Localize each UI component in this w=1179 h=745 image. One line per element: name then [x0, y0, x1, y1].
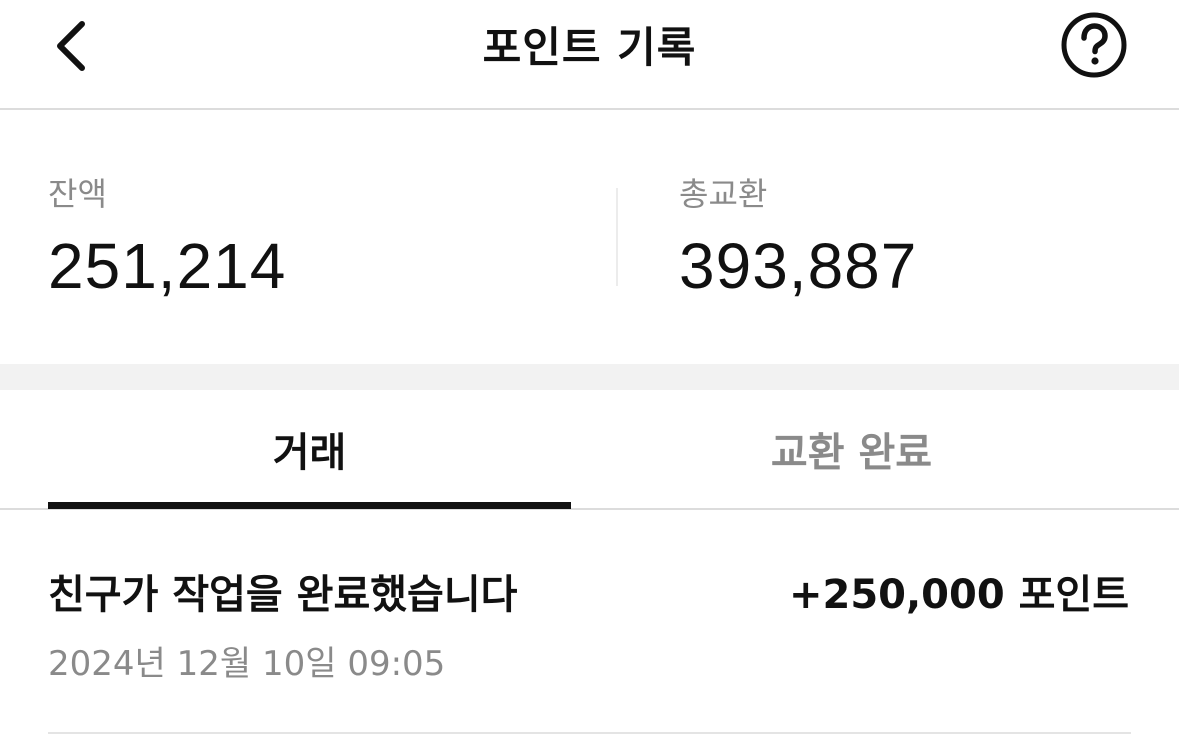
total-exchange-label: 총교환 [679, 175, 768, 213]
balance-value: 251,214 [48, 230, 287, 302]
help-button[interactable] [1060, 11, 1128, 79]
list-item[interactable]: 친구가 작업을 완료했습니다 +250,000 포인트 2024년 12월 10… [0, 510, 1179, 745]
row-divider [48, 732, 1131, 734]
tab-transactions[interactable]: 거래 [48, 390, 571, 508]
transaction-amount: +250,000 포인트 [788, 572, 1129, 618]
tab-exchange-complete[interactable]: 교환 완료 [590, 390, 1113, 508]
page-title: 포인트 기록 [482, 23, 697, 72]
balance-label: 잔액 [48, 175, 107, 213]
active-tab-indicator [48, 502, 571, 509]
section-separator [0, 364, 1179, 390]
transaction-title: 친구가 작업을 완료했습니다 [48, 572, 518, 618]
tab-bar: 거래 교환 완료 [0, 390, 1179, 510]
total-exchange-value: 393,887 [679, 230, 918, 302]
top-nav-bar: 포인트 기록 [0, 0, 1179, 110]
transaction-date: 2024년 12월 10일 09:05 [48, 644, 446, 684]
total-exchange-stat: 총교환 393,887 [679, 172, 917, 308]
stat-divider [616, 188, 618, 286]
question-circle-icon [1061, 12, 1127, 78]
points-summary: 잔액 251,214 총교환 393,887 [0, 112, 1179, 364]
balance-stat: 잔액 251,214 [48, 172, 286, 308]
